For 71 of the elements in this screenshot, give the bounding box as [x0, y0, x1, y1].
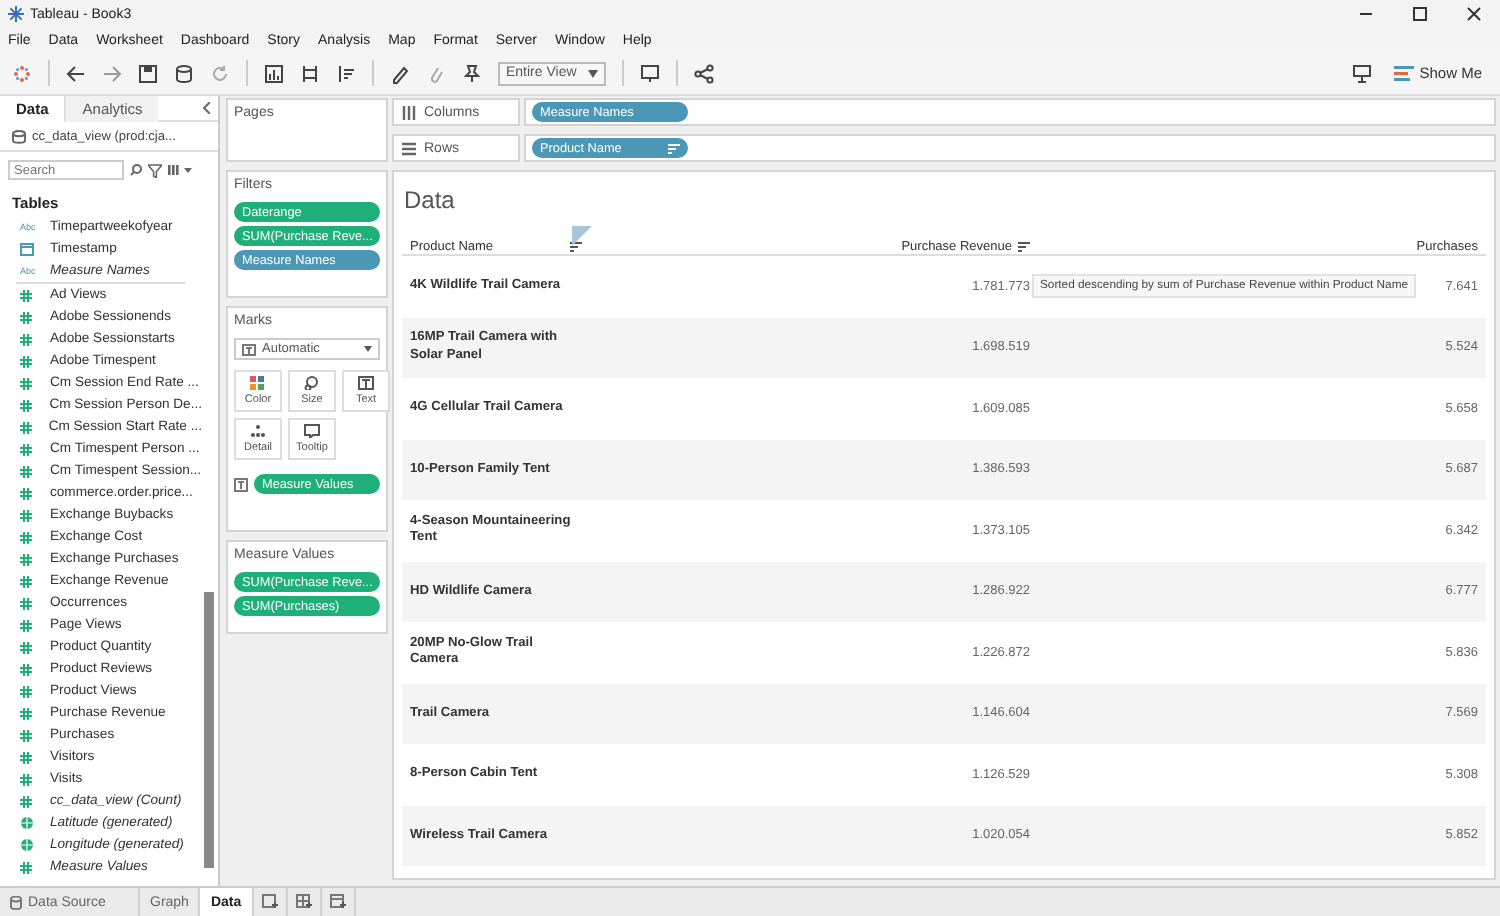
detail-icon [250, 424, 266, 438]
measure-icon [20, 707, 32, 719]
chart-icon[interactable] [264, 63, 284, 83]
calendar-icon [20, 242, 36, 256]
database-icon[interactable] [174, 63, 194, 83]
new-story-icon[interactable] [329, 894, 346, 910]
measure-icon [20, 751, 32, 763]
measure-icon [20, 465, 32, 477]
measure-icon [20, 355, 32, 367]
caret-icon [588, 69, 598, 77]
columns-icon [402, 105, 416, 119]
pen-icon[interactable] [390, 63, 410, 83]
measure-icon [20, 443, 32, 455]
measure-icon [20, 289, 32, 301]
globe-icon [20, 838, 34, 852]
measure-icon [20, 729, 32, 741]
view-options-icon[interactable] [168, 164, 192, 176]
share-icon[interactable] [694, 63, 714, 83]
color-icon [250, 376, 266, 390]
measure-icon [20, 773, 32, 785]
measure-icon [20, 531, 32, 543]
caret-icon [364, 346, 372, 352]
measure-icon [20, 597, 32, 609]
measure-icon [20, 311, 32, 323]
measure-icon [20, 861, 32, 873]
measure-icon [20, 377, 32, 389]
sort-icon[interactable] [570, 242, 582, 252]
rows-icon [402, 141, 416, 155]
sort-icon [668, 143, 680, 153]
right-arrow-icon[interactable] [102, 63, 122, 83]
text-icon [358, 376, 374, 390]
app-logo-icon [8, 6, 24, 22]
text-mark-icon [242, 343, 256, 355]
sort-descending-icon[interactable] [1018, 242, 1030, 252]
measure-icon [20, 509, 32, 521]
size-icon [304, 376, 320, 390]
sort-icon[interactable] [336, 63, 356, 83]
measure-icon [20, 575, 32, 587]
tooltip-icon [304, 424, 320, 438]
save-icon[interactable] [138, 63, 158, 83]
measure-icon [20, 333, 32, 345]
measure-icon [20, 487, 32, 499]
tableau-logo-icon[interactable] [12, 63, 32, 83]
paperclip-icon[interactable] [426, 63, 446, 83]
maximize-icon[interactable] [1412, 6, 1428, 22]
measure-icon [20, 795, 32, 807]
corner-triangle-icon[interactable] [572, 226, 592, 246]
sheet-title: Data [402, 184, 457, 218]
measure-icon [20, 641, 32, 653]
bar-chart-icon [1393, 65, 1414, 81]
left-arrow-icon[interactable] [66, 63, 86, 83]
measure-icon [20, 685, 32, 697]
presentation-icon[interactable] [640, 63, 660, 83]
database-icon [10, 895, 22, 909]
new-dashboard-icon[interactable] [295, 894, 312, 910]
pin-icon[interactable] [462, 63, 482, 83]
database-icon [12, 129, 26, 143]
measure-icon [20, 399, 32, 411]
collapse-icon[interactable] [202, 102, 210, 114]
search-icon [130, 164, 142, 176]
globe-icon [20, 816, 34, 830]
measure-icon [20, 663, 32, 675]
measure-icon [20, 553, 32, 565]
text-mark-icon [234, 477, 248, 491]
easel-icon[interactable] [1351, 63, 1372, 83]
filter-icon[interactable] [148, 163, 162, 177]
close-icon[interactable] [1466, 6, 1482, 22]
new-sheet-icon[interactable] [261, 894, 278, 910]
measure-icon [20, 619, 32, 631]
measure-icon [20, 421, 32, 433]
scrollbar-thumb[interactable] [204, 592, 214, 868]
